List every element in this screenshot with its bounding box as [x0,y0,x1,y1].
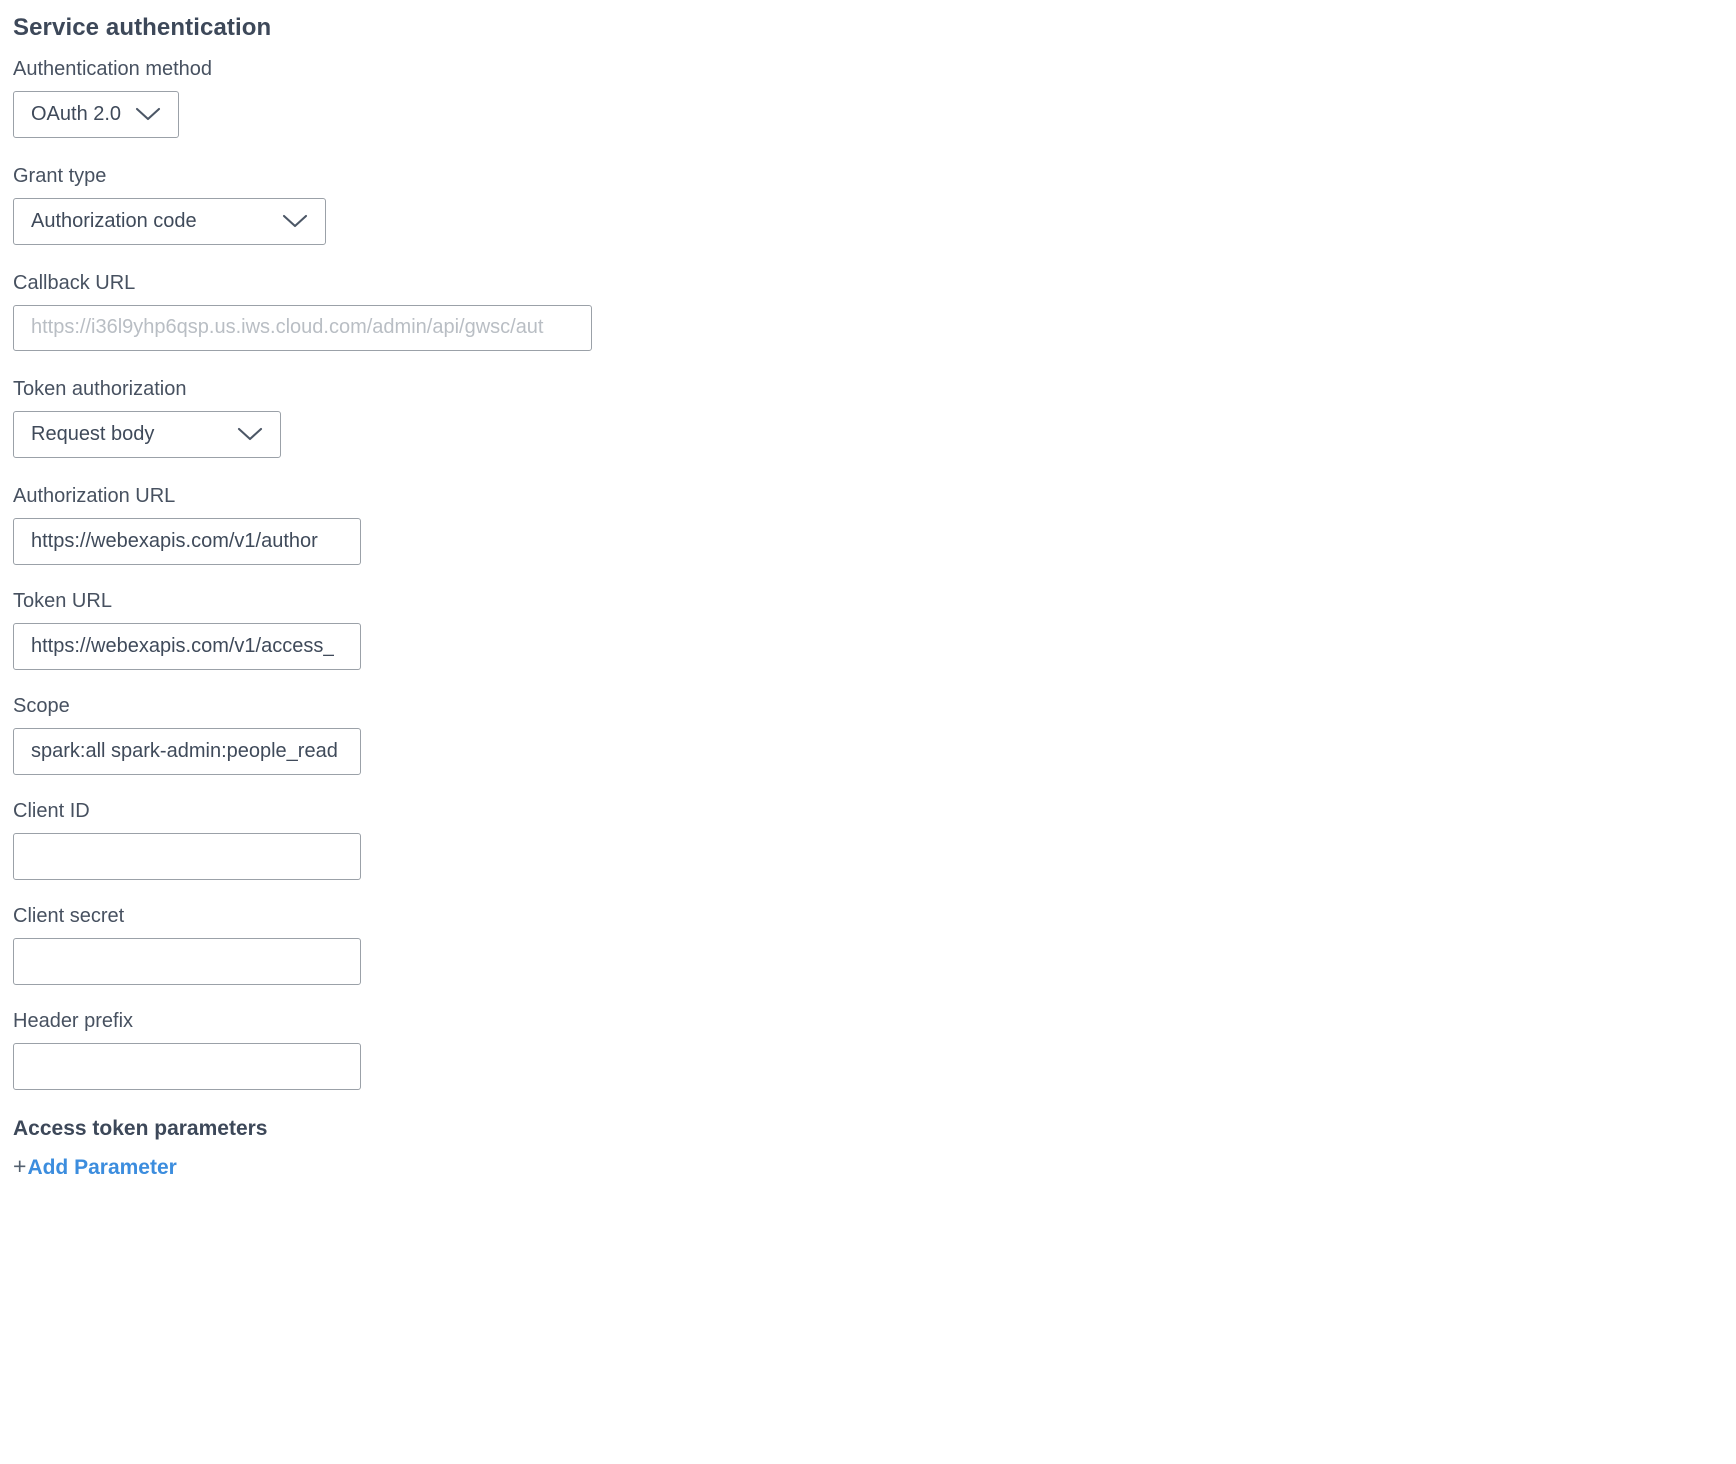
scope-value: spark:all spark-admin:people_read [31,739,338,762]
grant-type-select[interactable]: Authorization code [13,197,326,245]
field-token-authorization: Token authorization Request body [13,377,1736,458]
token-authorization-value: Request body [31,422,155,445]
authorization-url-value: https://webexapis.com/v1/author [31,529,318,552]
grant-type-value: Authorization code [31,209,197,232]
field-scope: Scope spark:all spark-admin:people_read [13,694,1736,775]
field-token-url: Token URL https://webexapis.com/v1/acces… [13,589,1736,670]
chevron-down-icon [268,213,308,229]
access-token-parameters-section: Access token parameters + Add Parameter [13,1116,1736,1181]
add-parameter-label: Add Parameter [27,1155,177,1179]
service-authentication-form: Service authentication Authentication me… [0,0,1736,1181]
plus-icon: + [13,1152,27,1179]
field-client-id: Client ID [13,799,1736,880]
authentication-method-select[interactable]: OAuth 2.0 [13,90,179,138]
field-callback-url: Callback URL https://i36l9yhp6qsp.us.iws… [13,271,1736,351]
client-id-input[interactable] [13,832,361,880]
scope-input[interactable]: spark:all spark-admin:people_read [13,727,361,775]
field-authorization-url: Authorization URL https://webexapis.com/… [13,484,1736,565]
access-token-parameters-title: Access token parameters [13,1116,268,1140]
field-grant-type: Grant type Authorization code [13,164,1736,245]
field-client-secret: Client secret [13,904,1736,985]
token-url-label: Token URL [13,589,112,612]
chevron-down-icon [121,106,161,122]
header-prefix-label: Header prefix [13,1009,134,1032]
callback-url-label: Callback URL [13,271,136,294]
callback-url-placeholder: https://i36l9yhp6qsp.us.iws.cloud.com/ad… [31,316,544,339]
grant-type-label: Grant type [13,164,107,187]
authorization-url-input[interactable]: https://webexapis.com/v1/author [13,517,361,565]
page-title: Service authentication [13,14,272,41]
client-secret-input[interactable] [13,937,361,985]
token-url-value: https://webexapis.com/v1/access_ [31,634,335,657]
add-parameter-button[interactable]: + Add Parameter [13,1153,177,1181]
field-header-prefix: Header prefix [13,1009,1736,1090]
client-id-label: Client ID [13,799,90,822]
authorization-url-label: Authorization URL [13,484,176,507]
token-url-input[interactable]: https://webexapis.com/v1/access_ [13,622,361,670]
authentication-method-value: OAuth 2.0 [31,102,122,125]
callback-url-input[interactable]: https://i36l9yhp6qsp.us.iws.cloud.com/ad… [13,304,592,351]
client-secret-label: Client secret [13,904,125,927]
field-authentication-method: Authentication method OAuth 2.0 [13,57,1736,138]
authentication-method-label: Authentication method [13,57,213,80]
header-prefix-input[interactable] [13,1042,361,1090]
scope-label: Scope [13,694,70,717]
token-authorization-label: Token authorization [13,377,187,400]
token-authorization-select[interactable]: Request body [13,410,281,458]
chevron-down-icon [223,426,263,442]
